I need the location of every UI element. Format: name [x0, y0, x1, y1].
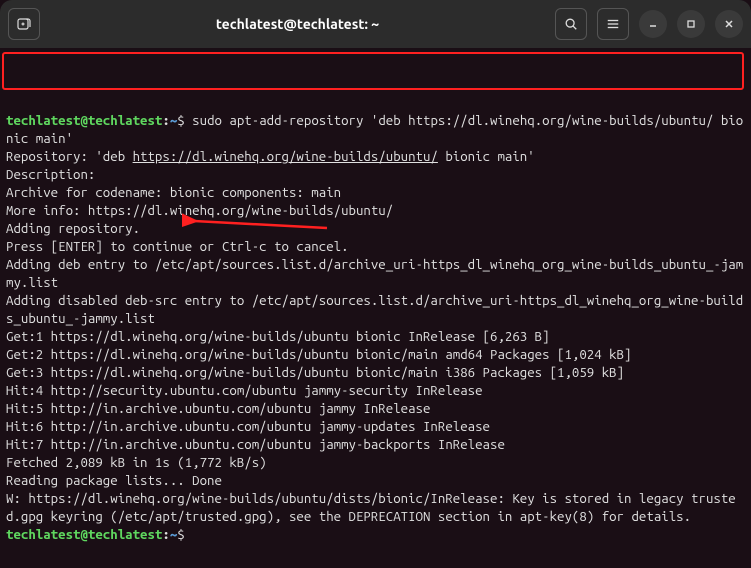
search-icon	[564, 17, 578, 31]
window-title: techlatest@techlatest: ~	[48, 16, 547, 32]
terminal-line: Archive for codename: bionic components:…	[6, 185, 341, 200]
prompt-colon: :	[162, 527, 169, 542]
terminal-line: W: https://dl.winehq.org/wine-builds/ubu…	[6, 491, 736, 524]
repo-url-link[interactable]: https://dl.winehq.org/wine-builds/ubuntu…	[133, 149, 438, 164]
titlebar: techlatest@techlatest: ~	[0, 0, 751, 48]
hamburger-icon	[606, 17, 620, 31]
terminal-line: Repository: 'deb https://dl.winehq.org/w…	[6, 149, 535, 164]
terminal-line: Hit:6 http://in.archive.ubuntu.com/ubunt…	[6, 419, 490, 434]
terminal-line: Hit:7 http://in.archive.ubuntu.com/ubunt…	[6, 437, 505, 452]
terminal-line: Adding repository.	[6, 221, 140, 236]
new-tab-button[interactable]	[8, 8, 40, 40]
close-button[interactable]	[715, 10, 743, 38]
annotation-highlight-box	[2, 52, 744, 90]
search-button[interactable]	[555, 8, 587, 40]
prompt-dollar: $	[177, 527, 184, 542]
terminal-line: Adding deb entry to /etc/apt/sources.lis…	[6, 257, 743, 290]
terminal-content[interactable]: techlatest@techlatest:~$ sudo apt-add-re…	[0, 48, 751, 554]
terminal-line: Get:2 https://dl.winehq.org/wine-builds/…	[6, 347, 631, 362]
terminal-line: Fetched 2,089 kB in 1s (1,772 kB/s)	[6, 455, 267, 470]
maximize-button[interactable]	[677, 10, 705, 38]
terminal-line: Description:	[6, 167, 95, 182]
prompt-user: techlatest@techlatest	[6, 113, 162, 128]
maximize-icon	[685, 18, 697, 30]
terminal-line: More info: https://dl.winehq.org/wine-bu…	[6, 203, 393, 218]
terminal-line: Hit:5 http://in.archive.ubuntu.com/ubunt…	[6, 401, 430, 416]
prompt-user: techlatest@techlatest	[6, 527, 162, 542]
close-icon	[723, 18, 735, 30]
window-controls	[555, 8, 743, 40]
terminal-line: Press [ENTER] to continue or Ctrl-c to c…	[6, 239, 349, 254]
terminal-line: Reading package lists... Done	[6, 473, 222, 488]
terminal-line: Adding disabled deb-src entry to /etc/ap…	[6, 293, 743, 326]
prompt-colon: :	[162, 113, 169, 128]
prompt-dollar: $	[177, 113, 184, 128]
menu-button[interactable]	[597, 8, 629, 40]
minimize-icon	[647, 18, 659, 30]
terminal-line: Get:1 https://dl.winehq.org/wine-builds/…	[6, 329, 550, 344]
minimize-button[interactable]	[639, 10, 667, 38]
terminal-line: techlatest@techlatest:~$ sudo apt-add-re…	[6, 113, 743, 146]
terminal-line: Hit:4 http://security.ubuntu.com/ubuntu …	[6, 383, 483, 398]
terminal-line: techlatest@techlatest:~$	[6, 527, 185, 542]
terminal-line: Get:3 https://dl.winehq.org/wine-builds/…	[6, 365, 624, 380]
new-tab-icon	[16, 16, 32, 32]
